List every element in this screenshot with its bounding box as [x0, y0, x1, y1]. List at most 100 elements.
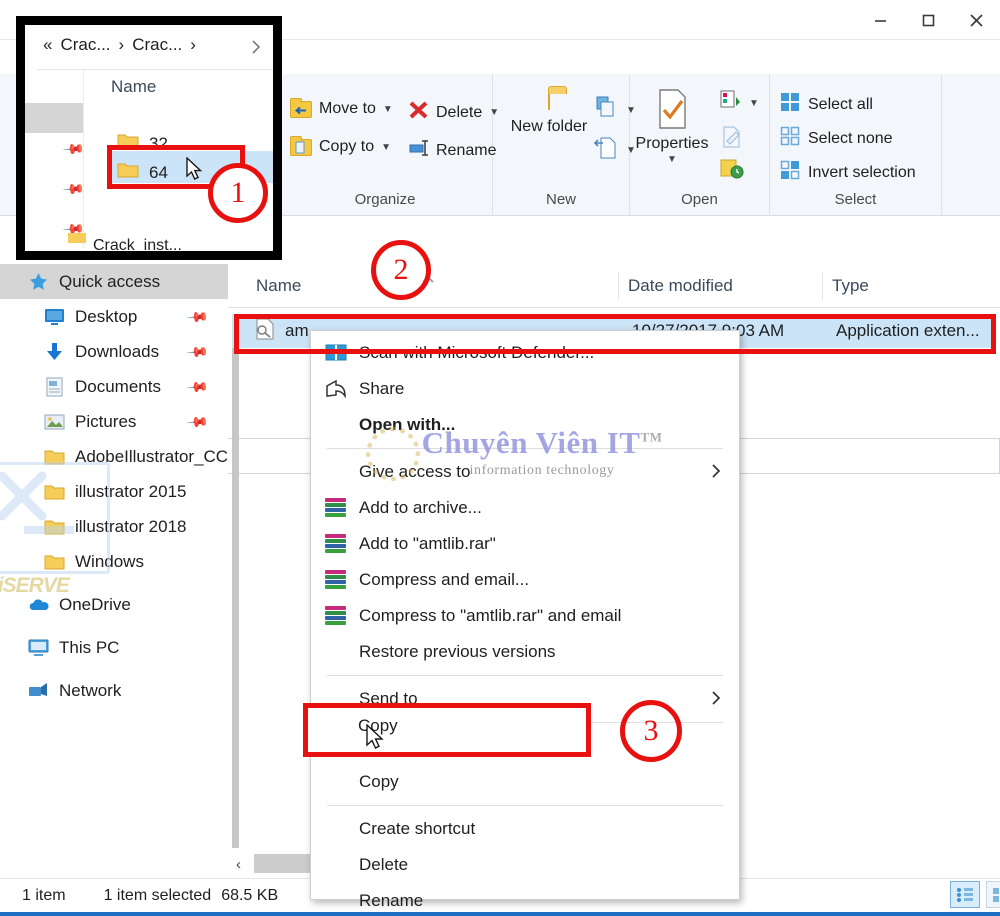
new-item-icon — [593, 96, 619, 125]
sidebar-item-documents[interactable]: Documents 📌 — [0, 369, 228, 404]
details-view-icon[interactable] — [950, 881, 980, 908]
inset-folder-row-32[interactable]: 32 — [117, 131, 168, 156]
folder-icon — [44, 552, 65, 572]
sidebar-item-network[interactable]: Network — [0, 673, 228, 708]
easy-access-icon — [593, 136, 619, 165]
star-icon — [28, 272, 49, 292]
context-menu: Scan with Microsoft Defender... Share Op… — [310, 330, 740, 900]
maximize-icon[interactable] — [904, 0, 952, 40]
large-icons-view-icon[interactable] — [986, 881, 1000, 908]
properties-button[interactable]: Properties ▼ — [626, 88, 718, 165]
delete-label: Delete — [436, 104, 482, 122]
context-menu-item-restore-previous-versions[interactable]: Restore previous versions — [311, 634, 739, 670]
column-header-type[interactable]: Type — [832, 276, 869, 296]
winrar-icon — [325, 570, 347, 590]
ribbon-group-title-new: New — [493, 191, 629, 208]
chevron-down-icon[interactable]: ▼ — [381, 142, 391, 153]
invert-selection-icon — [780, 160, 801, 185]
minimize-icon[interactable] — [856, 0, 904, 40]
chevron-down-icon[interactable]: ▼ — [626, 154, 718, 165]
sidebar-item-label: Documents — [75, 377, 161, 397]
context-menu-item-copy[interactable]: Copy — [311, 764, 739, 800]
context-menu-item-open-with[interactable]: Open with... — [311, 407, 739, 443]
close-icon[interactable] — [952, 0, 1000, 40]
inset-column-header-name[interactable]: Name — [111, 77, 156, 97]
sidebar-item-label: Downloads — [75, 342, 159, 362]
scroll-left-arrow-icon[interactable]: ‹ — [236, 856, 241, 873]
pin-icon[interactable]: 📌 — [185, 305, 209, 329]
chevron-down-icon[interactable]: ▼ — [749, 98, 759, 109]
context-menu-item-create-shortcut[interactable]: Create shortcut — [311, 811, 739, 847]
context-menu-item-label: Rename — [359, 891, 423, 911]
mouse-pointer — [186, 157, 204, 188]
new-folder-button[interactable]: New folder — [503, 92, 595, 136]
sidebar-item-label: Desktop — [75, 307, 137, 327]
onedrive-icon — [28, 595, 49, 615]
move-to-label: Move to — [319, 100, 376, 118]
copy-to-button[interactable]: Copy to ▼ — [290, 138, 391, 156]
ribbon-group-organize: Move to ▼ Copy to ▼ Delete ▼ — [278, 74, 493, 216]
inset-crumb-1[interactable]: Crac... — [60, 35, 110, 55]
context-menu-item-add-to-amtlib-rar[interactable]: Add to "amtlib.rar" — [311, 526, 739, 562]
context-menu-item-add-to-archive[interactable]: Add to archive... — [311, 490, 739, 526]
sidebar-item-label: AdobeIllustrator_CC — [75, 447, 228, 467]
edit-button[interactable] — [720, 126, 742, 153]
select-none-button[interactable]: Select none — [780, 126, 893, 151]
defender-icon — [325, 343, 347, 363]
sidebar-item-quick-access[interactable]: Quick access — [0, 264, 228, 299]
open-icon — [720, 90, 742, 117]
select-all-label: Select all — [808, 96, 873, 114]
inset-pane-divider — [83, 69, 84, 249]
folder-icon — [67, 231, 87, 249]
move-to-button[interactable]: Move to ▼ — [290, 100, 393, 118]
sidebar-item-illustrator-2015[interactable]: illustrator 2015 — [0, 474, 228, 509]
inset-divider — [37, 69, 273, 70]
column-divider[interactable] — [618, 272, 619, 300]
inset-folder-row-64[interactable]: 64 — [117, 157, 204, 188]
sidebar-item-label: illustrator 2015 — [75, 482, 187, 502]
context-menu-item-label: Open with... — [359, 415, 455, 435]
context-menu-item-compress-to-amtlib-rar-and-email[interactable]: Compress to "amtlib.rar" and email — [311, 598, 739, 634]
sidebar-item-downloads[interactable]: Downloads 📌 — [0, 334, 228, 369]
column-header-date-modified[interactable]: Date modified — [628, 276, 733, 296]
vertical-scrollbar[interactable] — [232, 348, 239, 848]
inset-back-chevrons[interactable]: « — [43, 35, 52, 55]
delete-button[interactable]: Delete ▼ — [408, 100, 499, 125]
pin-icon[interactable]: 📌 — [185, 375, 209, 399]
context-menu-item-label: Scan with Microsoft Defender... — [359, 343, 594, 363]
sidebar-item-adobeillustrator-cc[interactable]: AdobeIllustrator_CC — [0, 439, 228, 474]
pin-icon[interactable]: 📌 — [185, 410, 209, 434]
column-divider[interactable] — [822, 272, 823, 300]
sidebar-item-windows[interactable]: Windows — [0, 544, 228, 579]
inset-nav-selected-block — [25, 103, 83, 133]
context-menu-item-rename[interactable]: Rename — [311, 883, 739, 916]
sidebar-item-illustrator-2018[interactable]: illustrator 2018 — [0, 509, 228, 544]
inset-chevron-down-icon[interactable] — [249, 37, 263, 72]
open-button[interactable]: ▼ — [720, 90, 759, 117]
folder-icon — [44, 482, 65, 502]
invert-selection-button[interactable]: Invert selection — [780, 160, 916, 185]
move-to-icon — [290, 101, 312, 118]
sidebar-item-desktop[interactable]: Desktop 📌 — [0, 299, 228, 334]
column-header-name[interactable]: Name — [256, 276, 301, 296]
chevron-right-icon — [709, 688, 723, 713]
inset-breadcrumb[interactable]: « Crac... › Crac... › — [43, 35, 196, 55]
context-menu-item-give-access-to[interactable]: Give access to — [311, 454, 739, 490]
sidebar-item-onedrive[interactable]: OneDrive — [0, 587, 228, 622]
sidebar-item-this-pc[interactable]: This PC — [0, 630, 228, 665]
pin-icon[interactable]: 📌 — [185, 340, 209, 364]
context-menu-item-share[interactable]: Share — [311, 371, 739, 407]
file-name: am — [285, 321, 309, 341]
context-menu-item-delete[interactable]: Delete — [311, 847, 739, 883]
context-menu-item-scan-with-defender[interactable]: Scan with Microsoft Defender... — [311, 335, 739, 371]
chevron-down-icon[interactable]: ▼ — [383, 104, 393, 115]
context-menu-separator — [327, 805, 723, 806]
context-menu-item-label: Copy — [359, 772, 399, 792]
select-all-button[interactable]: Select all — [780, 92, 873, 117]
history-button[interactable] — [720, 158, 744, 185]
sidebar-item-pictures[interactable]: Pictures 📌 — [0, 404, 228, 439]
sidebar-item-label: illustrator 2018 — [75, 517, 187, 537]
context-menu-item-compress-and-email[interactable]: Compress and email... — [311, 562, 739, 598]
inset-crumb-2[interactable]: Crac... — [132, 35, 182, 55]
rename-button[interactable]: Rename — [408, 138, 496, 163]
